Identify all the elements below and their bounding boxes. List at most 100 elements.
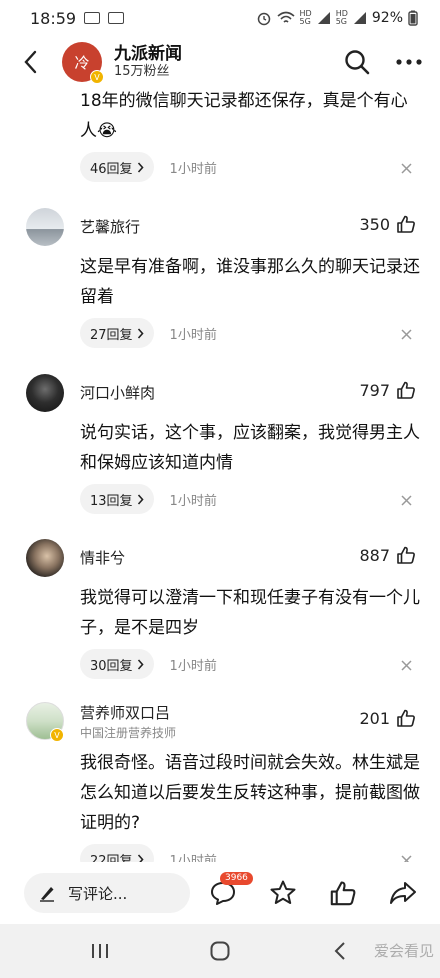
close-icon xyxy=(400,494,412,506)
chevron-right-icon xyxy=(137,658,144,670)
like-button[interactable]: 797 xyxy=(359,380,416,400)
watermark-text: 爱会看见 xyxy=(373,942,434,960)
reply-count: 22回复 xyxy=(90,853,133,863)
close-icon xyxy=(400,162,412,174)
thumbs-up-icon xyxy=(397,546,415,564)
thumbs-up-icon xyxy=(397,709,415,727)
back-nav-button[interactable] xyxy=(318,931,362,971)
user-certification: 中国注册营养技师 xyxy=(80,726,177,740)
comment-item: 河口小鲜肉 797 说句实话，这个事，应该翻案，我觉得男主人和保姆应该知道内情 … xyxy=(0,368,440,528)
publisher-logo-text: 冷 xyxy=(74,53,90,72)
like-button[interactable]: 201 xyxy=(359,708,416,728)
signal-icon xyxy=(317,12,330,24)
close-icon xyxy=(400,328,412,340)
write-comment-input[interactable]: 写评论... xyxy=(24,873,190,913)
battery-percent: 92% xyxy=(371,10,403,26)
thumbs-up-icon xyxy=(397,381,415,399)
verified-badge-icon: V xyxy=(90,70,104,84)
comment-time: 1小时前 xyxy=(169,658,217,674)
bottom-action-bar: 写评论... 3966 xyxy=(0,862,440,924)
like-button[interactable]: 350 xyxy=(359,214,416,234)
comment-text: 我觉得可以澄清一下和现任妻子有没有一个儿子，是不是四岁 xyxy=(80,588,420,638)
like-count: 350 xyxy=(359,214,390,234)
battery-icon xyxy=(408,10,418,26)
like-article-button[interactable] xyxy=(324,874,362,912)
dismiss-button[interactable] xyxy=(398,657,414,673)
recent-apps-button[interactable] xyxy=(78,931,122,971)
user-avatar[interactable] xyxy=(26,208,64,246)
app-notification-icon xyxy=(108,12,125,24)
comment-time: 1小时前 xyxy=(169,853,217,863)
comment-feed[interactable]: 18年的微信聊天记录都还保存，真是个有心人😭 46回复 1小时前 艺馨旅行 35… xyxy=(0,86,440,862)
comments-button[interactable]: 3966 xyxy=(204,872,253,912)
status-bar: 18:59 HD 5G HD 5G 92% xyxy=(0,0,440,36)
user-name[interactable]: 艺馨旅行 xyxy=(80,216,140,237)
user-name[interactable]: 河口小鲜肉 xyxy=(80,382,155,403)
back-arrow-icon xyxy=(24,50,37,74)
follower-count: 15万粉丝 xyxy=(114,64,170,80)
like-button[interactable]: 887 xyxy=(359,545,416,565)
comment-time: 1小时前 xyxy=(169,161,217,177)
user-name[interactable]: 营养师双口吕 xyxy=(80,702,170,723)
comment-time: 1小时前 xyxy=(169,493,217,509)
comment-item: 艺馨旅行 350 这是早有准备啊，谁没事那么久的聊天记录还留着 27回复 1小时… xyxy=(0,202,440,362)
share-button[interactable] xyxy=(384,874,422,912)
dismiss-button[interactable] xyxy=(398,852,414,862)
user-avatar[interactable] xyxy=(26,374,64,412)
favorite-button[interactable] xyxy=(264,874,302,912)
like-count: 201 xyxy=(359,708,390,728)
home-icon xyxy=(210,941,230,961)
publisher-avatar[interactable]: 冷 V xyxy=(62,42,104,84)
comment-text: 我很奇怪。语音过段时间就会失效。林生斌是怎么知道以后要发生反转这种事，提前截图做… xyxy=(80,753,420,833)
dismiss-button[interactable] xyxy=(398,492,414,508)
alarm-icon xyxy=(257,12,270,26)
thumbs-up-icon xyxy=(330,881,356,906)
gallery-icon xyxy=(84,12,101,24)
like-count: 797 xyxy=(359,380,390,400)
reply-count-button[interactable]: 22回复 xyxy=(80,844,154,862)
comment-text: 这是早有准备啊，谁没事那么久的聊天记录还留着 xyxy=(80,257,420,307)
signal-icon-2 xyxy=(353,12,366,24)
star-icon xyxy=(270,880,296,904)
search-icon xyxy=(345,50,370,75)
user-name[interactable]: 情非兮 xyxy=(80,547,125,568)
back-chevron-icon xyxy=(334,942,345,960)
comment-item: V 营养师双口吕 中国注册营养技师 201 我很奇怪。语音过段时间就会失效。林生… xyxy=(0,698,440,862)
more-dots-icon xyxy=(396,59,422,65)
chevron-right-icon xyxy=(137,327,144,339)
comment-count-badge: 3966 xyxy=(220,872,253,885)
search-button[interactable] xyxy=(340,45,374,79)
chevron-right-icon xyxy=(137,161,144,173)
reply-count: 27回复 xyxy=(90,327,133,343)
share-arrow-icon xyxy=(390,882,416,904)
chevron-right-icon xyxy=(137,493,144,505)
pen-icon xyxy=(40,887,54,902)
verified-badge-icon: V xyxy=(50,728,64,742)
comment-time: 1小时前 xyxy=(169,327,217,343)
chevron-right-icon xyxy=(137,853,144,862)
wifi-icon xyxy=(276,11,295,23)
dismiss-button[interactable] xyxy=(398,326,414,342)
close-icon xyxy=(400,854,412,862)
reply-count: 30回复 xyxy=(90,658,133,674)
back-button[interactable] xyxy=(6,38,54,86)
comment-item: 18年的微信聊天记录都还保存，真是个有心人😭 46回复 1小时前 xyxy=(0,86,440,186)
user-avatar[interactable] xyxy=(26,539,64,577)
hd-signal-icon-2: HD 5G xyxy=(335,9,348,26)
comment-text: 说句实话，这个事，应该翻案，我觉得男主人和保姆应该知道内情 xyxy=(80,423,420,473)
reply-count-button[interactable]: 46回复 xyxy=(80,152,154,182)
close-icon xyxy=(400,659,412,671)
write-comment-placeholder: 写评论... xyxy=(68,884,128,903)
home-button[interactable] xyxy=(198,931,242,971)
reply-count-button[interactable]: 27回复 xyxy=(80,318,154,348)
publisher-name[interactable]: 九派新闻 xyxy=(114,44,182,64)
status-time: 18:59 xyxy=(30,8,77,28)
more-button[interactable] xyxy=(392,45,426,79)
comment-item: 情非兮 887 我觉得可以澄清一下和现任妻子有没有一个儿子，是不是四岁 30回复… xyxy=(0,533,440,693)
dismiss-button[interactable] xyxy=(398,160,414,176)
reply-count-button[interactable]: 13回复 xyxy=(80,484,154,514)
hd-signal-icon: HD 5G xyxy=(299,9,312,26)
reply-count: 46回复 xyxy=(90,161,133,177)
reply-count-button[interactable]: 30回复 xyxy=(80,649,154,679)
like-count: 887 xyxy=(359,545,390,565)
